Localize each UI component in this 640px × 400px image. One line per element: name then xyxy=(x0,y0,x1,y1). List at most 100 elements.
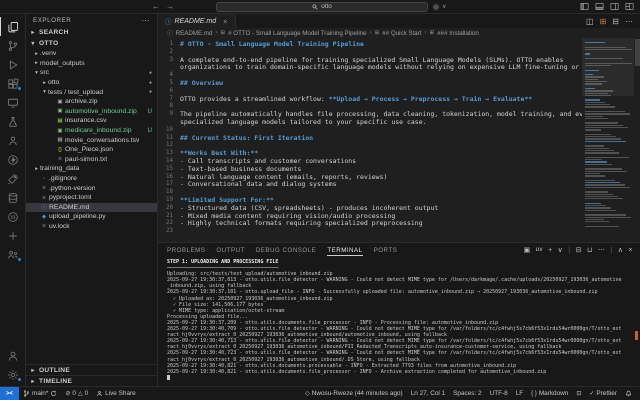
sidebar-section-outline[interactable]: ▸ OUTLINE xyxy=(26,364,157,375)
live-share-status[interactable]: Live Share xyxy=(92,390,140,397)
chevron-down-icon[interactable]: ∨ xyxy=(442,3,446,10)
kill-terminal-icon[interactable]: ⊔ xyxy=(587,246,593,254)
toggle-secondary-sidebar-icon[interactable] xyxy=(610,2,619,11)
editor-row[interactable]: 23 xyxy=(158,228,582,236)
tree-item-one-piece-json[interactable]: {} One_Piece.json xyxy=(26,145,157,155)
editor-row[interactable]: 17 - Conversational data and dialog syste… xyxy=(158,180,582,189)
live-share-icon[interactable] xyxy=(0,131,26,150)
scrollbar-slider[interactable] xyxy=(634,39,640,66)
copilot-status[interactable]: ⊡ xyxy=(572,390,585,397)
gear-icon[interactable] xyxy=(432,3,440,11)
add-view-icon[interactable] xyxy=(0,226,26,245)
language-mode[interactable]: { } Markdown xyxy=(527,390,572,397)
sidebar-section-search[interactable]: ▸ SEARCH xyxy=(26,27,157,38)
pause-circle-icon[interactable] xyxy=(0,207,26,226)
tree-item-movie-conversations-tsv[interactable]: ▦ movie_conversations.tsv xyxy=(26,135,157,145)
split-editor-icon[interactable]: ◫ xyxy=(586,17,594,26)
tree-item-uv-lock[interactable]: ≡ uv.lock xyxy=(26,222,157,232)
command-center-search[interactable]: otto xyxy=(216,1,428,12)
nav-back-icon[interactable]: ← xyxy=(152,2,160,11)
panel-tab-output[interactable]: OUTPUT xyxy=(216,245,244,255)
minimap[interactable] xyxy=(582,38,634,242)
tree-item-upload-pipeline-py[interactable]: ◆ upload_pipeline.py xyxy=(26,212,157,222)
panel-tab-problems[interactable]: PROBLEMS xyxy=(167,245,205,255)
panel-more-actions-icon[interactable]: ⋯ xyxy=(598,246,606,254)
maximize-panel-icon[interactable]: ∧ xyxy=(618,246,624,254)
sidebar-section-project[interactable]: ▾ OTTO xyxy=(26,38,157,49)
tree-item-pyproject-toml[interactable]: ≡ pyproject.toml xyxy=(26,193,157,203)
tree-item-training-data[interactable]: ▸ training_data xyxy=(26,164,157,174)
extensions-icon[interactable] xyxy=(0,74,26,93)
tab-readme[interactable]: ⓘ README.md × xyxy=(158,14,236,28)
panel-layout-icon[interactable]: ⊟ xyxy=(612,17,619,26)
tree-item-otto[interactable]: ▸ otto ● xyxy=(26,78,157,88)
explorer-icon[interactable] xyxy=(0,17,26,36)
source-control-icon[interactable] xyxy=(0,36,26,55)
sync-icon[interactable] xyxy=(50,390,57,397)
editor-row[interactable]: 5 ## Overview xyxy=(158,79,582,88)
remote-indicator[interactable]: >< xyxy=(0,387,19,400)
editor-row[interactable]: specialized language models tailored to … xyxy=(158,118,582,127)
tree-item-medicare-inbound-zip[interactable]: ▣ medicare_inbound.zip U xyxy=(26,126,157,136)
tree-item-src[interactable]: ▾ src ● xyxy=(26,68,157,78)
problems-status[interactable]: ⊘ 0 △ 0 xyxy=(61,390,92,397)
encoding-status[interactable]: UTF-8 xyxy=(486,390,512,397)
eol-status[interactable]: LF xyxy=(512,390,527,397)
tree-item-python-version[interactable]: ≡ .python-version xyxy=(26,183,157,193)
tree-item-tests-test-upload[interactable]: ▾ tests / test_upload ● xyxy=(26,87,157,97)
editor-row[interactable]: 22 - Highly technical formats requiring s… xyxy=(158,219,582,228)
terminal-dropdown-icon[interactable]: ∨ xyxy=(558,246,564,254)
breadcrumb-h1[interactable]: # OTTO - Small Language Model Training P… xyxy=(228,30,367,37)
editor-scrollbar[interactable] xyxy=(634,38,640,242)
editor-content[interactable]: 1 # OTTO - Small Language Model Training … xyxy=(158,38,582,242)
editor-row[interactable]: 7 OTTO provides a streamlined workflow: *… xyxy=(158,95,582,104)
customize-layout-icon[interactable] xyxy=(625,2,634,11)
markdown-preview-icon[interactable]: ⊞ xyxy=(600,17,607,26)
breadcrumb-file[interactable]: README.md xyxy=(176,30,213,37)
accounts-icon[interactable] xyxy=(0,346,26,365)
collaborators-icon[interactable] xyxy=(0,245,26,264)
settings-gear-icon[interactable] xyxy=(0,365,26,384)
tree-item-model-outputs[interactable]: ▸ model_outputs xyxy=(26,59,157,69)
breadcrumb-h3[interactable]: ### Installation xyxy=(437,30,479,37)
indentation-status[interactable]: Spaces: 2 xyxy=(449,390,485,397)
more-actions-icon[interactable]: ⋯ xyxy=(142,16,151,25)
testing-icon[interactable] xyxy=(0,112,26,131)
lightning-icon[interactable] xyxy=(0,150,26,169)
editor-row[interactable]: 1 # OTTO - Small Language Model Training … xyxy=(158,40,582,49)
close-panel-icon[interactable]: × xyxy=(628,247,633,254)
tree-item-archive-zip[interactable]: ▣ archive.zip xyxy=(26,97,157,107)
sidebar-section-timeline[interactable]: ▸ TIMELINE xyxy=(26,375,157,386)
tree-item-insurance-csv[interactable]: ▦ insurance.csv xyxy=(26,116,157,126)
new-terminal-icon[interactable]: + xyxy=(548,247,553,254)
cursor-position[interactable]: Ln 27, Col 1 xyxy=(407,390,449,397)
editor-row[interactable]: organizations to train domain-specific l… xyxy=(158,63,582,72)
editor-more-actions-icon[interactable]: ⋯ xyxy=(625,17,633,26)
tree-item-paul-simon-txt[interactable]: ≡ paul-simon.txt xyxy=(26,155,157,165)
split-terminal-icon[interactable]: ⊟ xyxy=(576,246,582,254)
tree-item-gitignore[interactable]: ◦ .gitignore xyxy=(26,174,157,184)
tree-item-automotive-inbound-zip[interactable]: ▣ automotive_inbound.zip U xyxy=(26,107,157,117)
database-icon[interactable] xyxy=(0,188,26,207)
remote-explorer-icon[interactable] xyxy=(0,93,26,112)
run-debug-icon[interactable] xyxy=(0,55,26,74)
panel-tab-ports[interactable]: PORTS xyxy=(374,245,398,255)
formatter-status[interactable]: ✓ Prettier xyxy=(585,390,621,397)
editor-row[interactable]: 11 ## Current Status: First Iteration xyxy=(158,134,582,143)
close-tab-icon[interactable]: × xyxy=(223,17,227,26)
toggle-sidebar-icon[interactable] xyxy=(580,2,589,11)
branch-status[interactable]: main* xyxy=(19,390,61,397)
panel-tab-debug-console[interactable]: DEBUG CONSOLE xyxy=(256,245,316,255)
panel-tab-terminal[interactable]: TERMINAL xyxy=(327,245,363,256)
nav-forward-icon[interactable]: → xyxy=(166,2,174,11)
tree-item-venv[interactable]: ▸ .venv xyxy=(26,49,157,59)
tree-item-readme-md[interactable]: ⓘ README.md xyxy=(26,202,157,213)
terminal-output[interactable]: STEP 1: UPLOADING AND PROCESSING FILE ───… xyxy=(158,257,640,386)
notifications-bell[interactable] xyxy=(621,390,636,397)
breadcrumb-h2[interactable]: ## Quick Start xyxy=(382,30,421,37)
commit-info[interactable]: ◇ Nwosu-Rweze (44 minutes ago) xyxy=(301,390,407,397)
minimap-line xyxy=(585,133,611,136)
minimap-line xyxy=(585,145,604,147)
rocket-icon[interactable] xyxy=(0,169,26,188)
toggle-panel-icon[interactable] xyxy=(595,2,604,11)
